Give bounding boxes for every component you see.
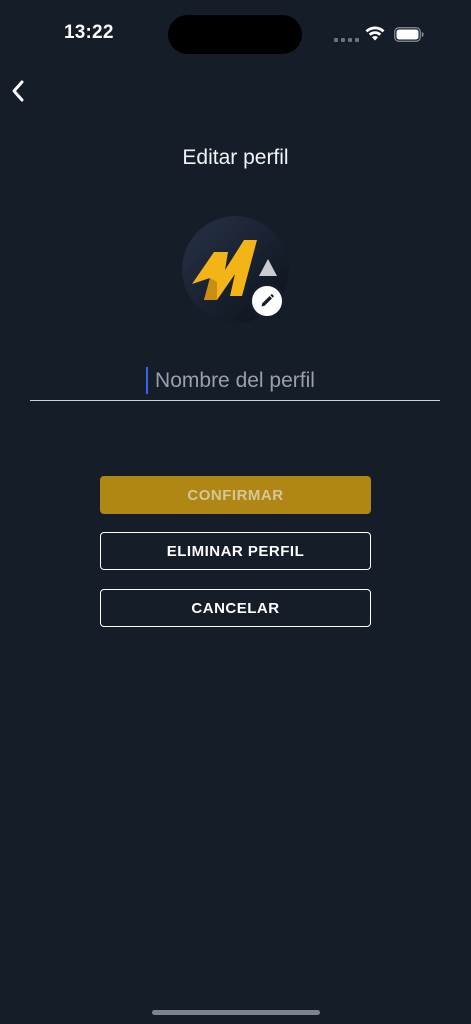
page-title: Editar perfil (182, 146, 289, 169)
wifi-icon (365, 26, 385, 41)
battery-icon (394, 27, 424, 42)
home-indicator (152, 1010, 320, 1015)
edit-avatar-button[interactable] (249, 283, 285, 319)
status-time: 13:22 (64, 22, 114, 43)
profile-name-input[interactable] (30, 362, 440, 401)
back-button[interactable] (6, 76, 32, 106)
confirm-button[interactable]: CONFIRMAR (100, 476, 371, 514)
signal-icon (334, 38, 359, 42)
delete-profile-button[interactable]: ELIMINAR PERFIL (100, 532, 371, 570)
dynamic-island (168, 15, 302, 54)
chevron-left-icon (12, 80, 24, 102)
text-caret (146, 367, 148, 394)
pencil-icon (261, 294, 274, 307)
cancel-button[interactable]: CANCELAR (100, 589, 371, 627)
